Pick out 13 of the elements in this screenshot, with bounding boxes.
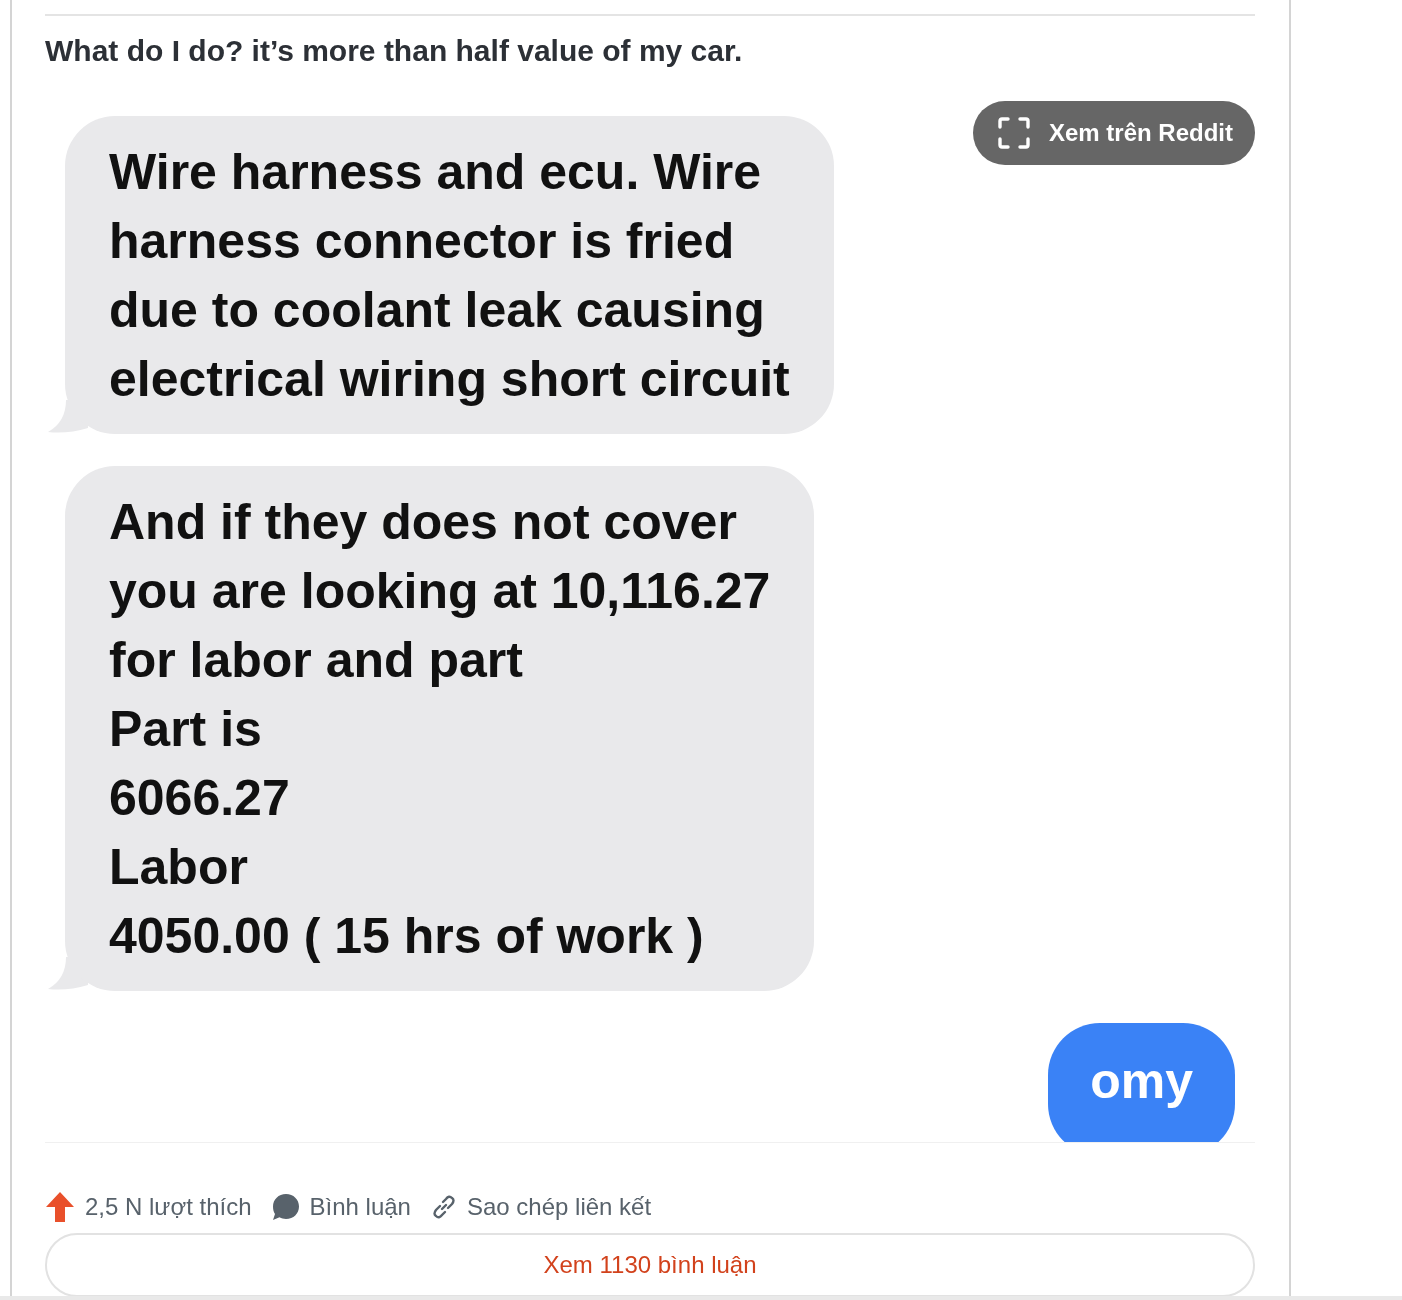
upvote-icon[interactable] xyxy=(45,1191,75,1223)
comment-button[interactable]: Bình luận xyxy=(271,1193,411,1221)
expand-icon xyxy=(996,116,1031,150)
post-title: What do I do? it’s more than half value of my car. xyxy=(45,33,744,69)
message-bubble: Wire harness and ecu. Wire harness connector is fried due to coolant leak causing electrical wiring short circuit xyxy=(65,116,834,434)
copy-link-button[interactable]: Sao chép liên kết xyxy=(430,1193,652,1221)
view-on-reddit-button[interactable]: Xem trên Reddit xyxy=(972,101,1255,165)
upvote-count: 2,5 N lượt thích xyxy=(85,1193,252,1221)
message-bubble: And if they does not cover you are looking at 10,116.27 for labor and part Part is 6066.27 Labor 4050.00 ( 15 hrs of work ) xyxy=(65,466,815,991)
link-icon xyxy=(430,1194,457,1220)
speech-bubble-icon xyxy=(271,1193,300,1221)
view-comments-button[interactable]: Xem 1130 bình luận xyxy=(45,1233,1255,1297)
message-bubble: omy xyxy=(1048,1023,1235,1142)
